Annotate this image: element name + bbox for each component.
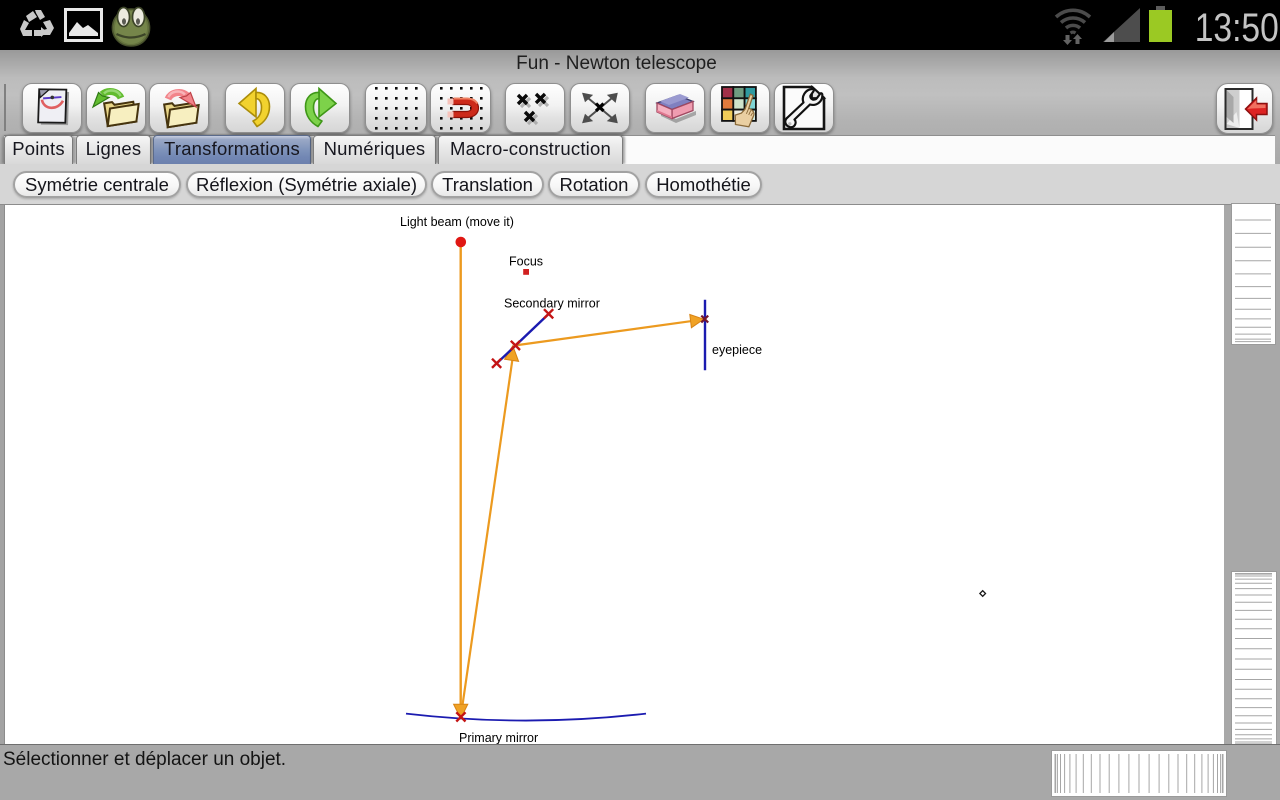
svg-text:eyepiece: eyepiece bbox=[712, 343, 762, 357]
svg-text:Light beam (move it): Light beam (move it) bbox=[400, 215, 514, 229]
svg-text:Focus: Focus bbox=[509, 255, 543, 269]
svg-text:Secondary mirror: Secondary mirror bbox=[504, 297, 600, 311]
svg-text:Primary mirror: Primary mirror bbox=[459, 731, 538, 744]
